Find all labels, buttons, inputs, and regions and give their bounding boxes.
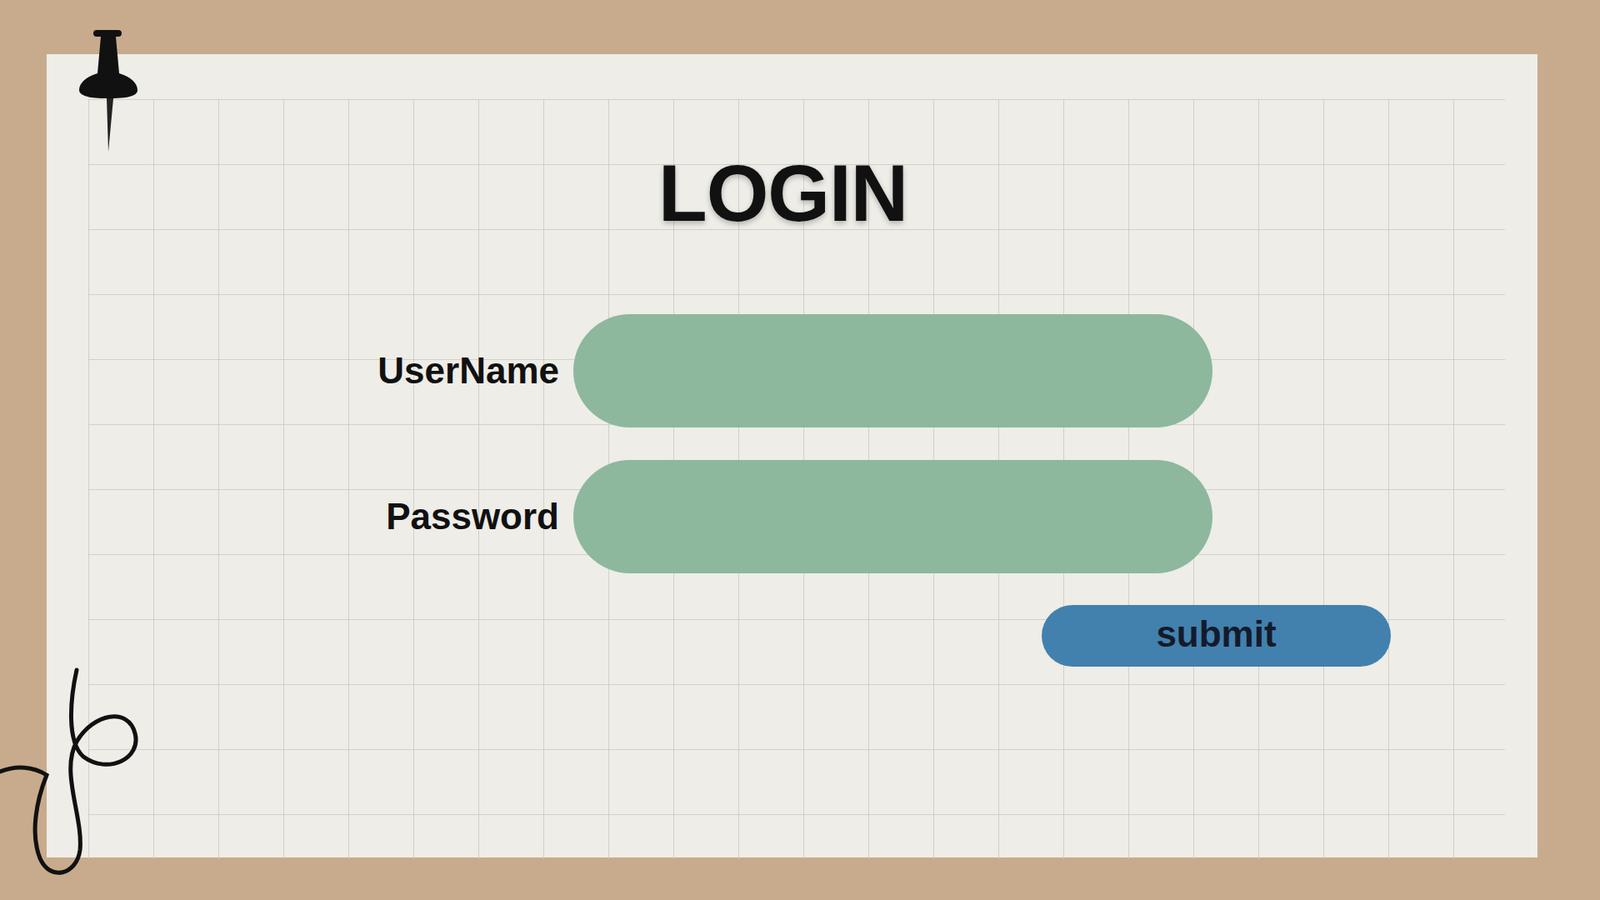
page: LOGIN UserName Password submit <box>0 0 1600 900</box>
login-title: LOGIN <box>658 147 908 240</box>
squiggle-decoration <box>0 666 142 877</box>
login-form: UserName Password <box>333 314 1538 574</box>
pushpin-icon <box>75 26 142 154</box>
button-row: submit <box>1041 605 1538 667</box>
field-input[interactable] <box>573 314 1213 428</box>
paper-card: LOGIN UserName Password submit <box>46 54 1538 858</box>
field-label: Password <box>333 489 560 545</box>
form-row: UserName <box>333 314 1538 428</box>
form-row: Password <box>333 460 1538 574</box>
field-input[interactable] <box>573 460 1213 574</box>
title-row: LOGIN <box>46 54 1538 240</box>
submit-button[interactable]: submit <box>1041 605 1391 667</box>
field-label: UserName <box>333 343 560 399</box>
